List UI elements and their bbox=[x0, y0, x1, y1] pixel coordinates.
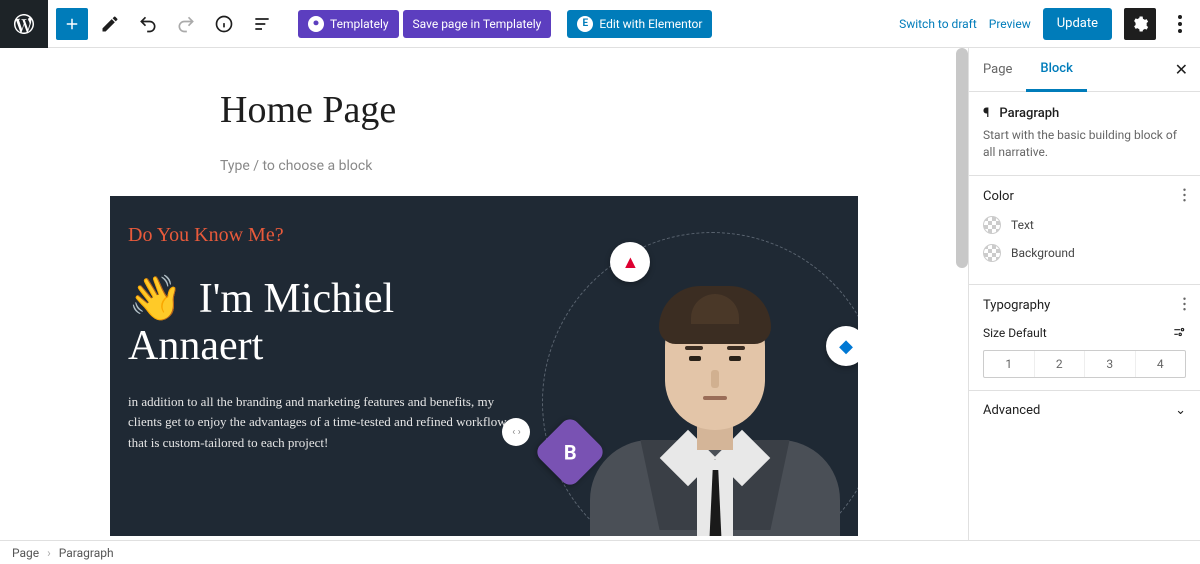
advanced-label: Advanced bbox=[983, 403, 1040, 418]
size-preset-4[interactable]: 4 bbox=[1136, 351, 1186, 377]
block-placeholder[interactable]: Type / to choose a block bbox=[220, 158, 908, 174]
custom-size-button[interactable] bbox=[1172, 325, 1186, 342]
size-label: Size Default bbox=[983, 326, 1047, 340]
tab-block[interactable]: Block bbox=[1026, 49, 1086, 92]
top-toolbar: ⏺ Templately Save page in Templately E E… bbox=[0, 0, 1200, 48]
save-templately-button[interactable]: Save page in Templately bbox=[403, 10, 552, 38]
hero-headline-line2: Annaert bbox=[128, 323, 512, 369]
size-preset-1[interactable]: 1 bbox=[984, 351, 1035, 377]
color-text-row[interactable]: Text bbox=[983, 216, 1186, 234]
typography-options-button[interactable] bbox=[1183, 297, 1186, 315]
size-preset-3[interactable]: 3 bbox=[1085, 351, 1136, 377]
redo-button[interactable] bbox=[170, 8, 202, 40]
undo-icon bbox=[138, 14, 158, 34]
paragraph-icon: ¶ bbox=[983, 106, 989, 121]
page-title[interactable]: Home Page bbox=[220, 88, 908, 132]
wave-emoji: 👋 bbox=[128, 275, 183, 323]
color-options-button[interactable] bbox=[1183, 188, 1186, 206]
breadcrumb-footer: Page › Paragraph bbox=[0, 540, 1200, 564]
elementor-icon: E bbox=[577, 16, 593, 32]
advanced-section-toggle[interactable]: Advanced ⌄ bbox=[969, 391, 1200, 430]
gear-icon bbox=[1131, 15, 1149, 33]
block-description: Start with the basic building block of a… bbox=[983, 127, 1186, 161]
person-image bbox=[590, 250, 840, 536]
templately-button[interactable]: ⏺ Templately bbox=[298, 10, 399, 38]
color-background-row[interactable]: Background bbox=[983, 244, 1186, 262]
chevron-right-icon: › bbox=[47, 546, 51, 560]
size-preset-grid: 1 2 3 4 bbox=[983, 350, 1186, 378]
edit-mode-button[interactable] bbox=[94, 8, 126, 40]
dots-vertical-icon bbox=[1183, 188, 1186, 202]
size-preset-2[interactable]: 2 bbox=[1035, 351, 1086, 377]
color-background-label: Background bbox=[1011, 246, 1075, 260]
undo-button[interactable] bbox=[132, 8, 164, 40]
wp-logo[interactable] bbox=[0, 0, 48, 48]
hero-eyebrow: Do You Know Me? bbox=[128, 224, 512, 247]
hero-headline-line1: I'm Michiel bbox=[199, 276, 394, 322]
switch-to-draft-link[interactable]: Switch to draft bbox=[899, 17, 977, 31]
carousel-control[interactable]: ‹ › bbox=[502, 418, 530, 446]
settings-sidebar: Page Block ✕ ¶ Paragraph Start with the … bbox=[968, 48, 1200, 540]
tab-page[interactable]: Page bbox=[969, 48, 1026, 91]
editor-canvas[interactable]: Home Page Type / to choose a block ↖ Do … bbox=[0, 48, 968, 540]
pencil-icon bbox=[100, 14, 120, 34]
color-text-label: Text bbox=[1011, 218, 1034, 232]
list-icon bbox=[252, 14, 272, 34]
edit-elementor-button[interactable]: E Edit with Elementor bbox=[567, 10, 712, 38]
swatch-empty-icon bbox=[983, 216, 1001, 234]
color-section-title: Color bbox=[983, 189, 1014, 204]
dots-vertical-icon bbox=[1178, 15, 1182, 33]
chevron-down-icon: ⌄ bbox=[1175, 403, 1186, 418]
info-icon bbox=[214, 14, 234, 34]
save-templately-label: Save page in Templately bbox=[413, 17, 542, 31]
info-button[interactable] bbox=[208, 8, 240, 40]
add-block-button[interactable] bbox=[56, 8, 88, 40]
more-options-button[interactable] bbox=[1168, 8, 1192, 40]
hero-visual: ▲ ◆ B ‹ › bbox=[512, 224, 840, 508]
block-type-label: Paragraph bbox=[999, 106, 1059, 121]
close-sidebar-button[interactable]: ✕ bbox=[1163, 60, 1200, 79]
wordpress-icon bbox=[12, 12, 36, 36]
hero-body: in addition to all the branding and mark… bbox=[128, 392, 512, 454]
breadcrumb-page[interactable]: Page bbox=[12, 546, 39, 560]
dots-vertical-icon bbox=[1183, 297, 1186, 311]
breadcrumb-paragraph[interactable]: Paragraph bbox=[59, 546, 114, 560]
edit-elementor-label: Edit with Elementor bbox=[599, 17, 702, 31]
hero-section: Do You Know Me? 👋 I'm Michiel Annaert in… bbox=[110, 196, 858, 536]
swatch-empty-icon bbox=[983, 244, 1001, 262]
templately-label: Templately bbox=[330, 17, 389, 31]
settings-button[interactable] bbox=[1124, 8, 1156, 40]
redo-icon bbox=[176, 14, 196, 34]
outline-button[interactable] bbox=[246, 8, 278, 40]
hero-headline: 👋 I'm Michiel Annaert bbox=[128, 275, 512, 370]
typography-section-title: Typography bbox=[983, 298, 1050, 313]
sliders-icon bbox=[1172, 325, 1186, 339]
preview-link[interactable]: Preview bbox=[989, 17, 1031, 31]
plus-icon bbox=[63, 15, 81, 33]
update-button[interactable]: Update bbox=[1043, 8, 1112, 40]
templately-icon: ⏺ bbox=[308, 16, 324, 32]
